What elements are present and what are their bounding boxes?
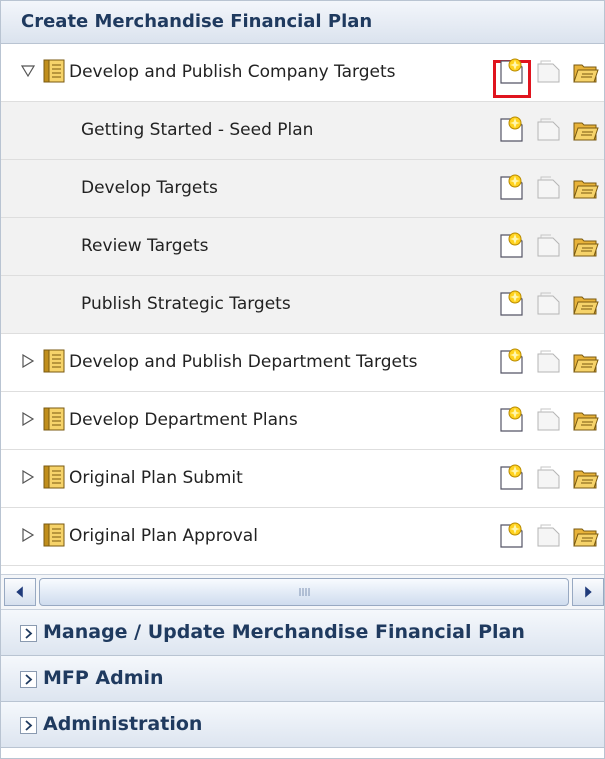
task-label[interactable]: Develop Department Plans: [69, 410, 298, 430]
new-icon[interactable]: [498, 174, 525, 201]
collapsed-triangle-icon[interactable]: [21, 528, 35, 542]
expand-toggle-icon[interactable]: [20, 625, 37, 642]
collapsed-triangle-icon[interactable]: [21, 354, 35, 368]
open-folder-icon[interactable]: [572, 290, 599, 317]
task-book-icon: [43, 407, 65, 431]
task-list: Develop and Publish Company Targets Gett…: [1, 44, 604, 573]
accordion-title[interactable]: MFP Admin: [43, 667, 164, 689]
task-row-original-plan-approval[interactable]: Original Plan Approval: [1, 508, 604, 566]
publish-icon[interactable]: [535, 290, 562, 317]
open-folder-icon[interactable]: [572, 406, 599, 433]
new-icon[interactable]: [498, 116, 525, 143]
task-label[interactable]: Getting Started - Seed Plan: [81, 120, 313, 140]
horizontal-scrollbar[interactable]: [1, 574, 604, 610]
expand-toggle-icon[interactable]: [20, 717, 37, 734]
publish-icon[interactable]: [535, 232, 562, 259]
scrollbar-thumb[interactable]: [39, 578, 569, 606]
open-folder-icon[interactable]: [572, 522, 599, 549]
task-label[interactable]: Original Plan Approval: [69, 526, 258, 546]
new-icon[interactable]: [498, 232, 525, 259]
open-folder-icon[interactable]: [572, 58, 599, 85]
publish-icon[interactable]: [535, 522, 562, 549]
publish-icon[interactable]: [535, 174, 562, 201]
task-row-develop-publish-company-targets[interactable]: Develop and Publish Company Targets: [1, 44, 604, 102]
task-row-getting-started-seed-plan[interactable]: Getting Started - Seed Plan: [1, 102, 604, 160]
task-row-develop-targets[interactable]: Develop Targets: [1, 160, 604, 218]
collapsed-triangle-icon[interactable]: [21, 470, 35, 484]
new-icon[interactable]: [498, 58, 525, 85]
task-book-icon: [43, 59, 65, 83]
scroll-left-arrow-icon[interactable]: [4, 578, 36, 606]
accordion-administration[interactable]: Administration: [1, 702, 604, 748]
task-row-develop-department-plans[interactable]: Develop Department Plans: [1, 392, 604, 450]
task-label[interactable]: Review Targets: [81, 236, 209, 256]
publish-icon[interactable]: [535, 464, 562, 491]
new-icon[interactable]: [498, 290, 525, 317]
open-folder-icon[interactable]: [572, 174, 599, 201]
open-folder-icon[interactable]: [572, 232, 599, 259]
open-folder-icon[interactable]: [572, 116, 599, 143]
task-label[interactable]: Develop and Publish Company Targets: [69, 62, 396, 82]
accordion-title[interactable]: Manage / Update Merchandise Financial Pl…: [43, 621, 525, 643]
open-folder-icon[interactable]: [572, 348, 599, 375]
pane-title: Create Merchandise Financial Plan: [21, 11, 373, 32]
new-icon[interactable]: [498, 406, 525, 433]
open-folder-icon[interactable]: [572, 464, 599, 491]
task-row-original-plan-submit[interactable]: Original Plan Submit: [1, 450, 604, 508]
publish-icon[interactable]: [535, 58, 562, 85]
task-label[interactable]: Develop Targets: [81, 178, 218, 198]
task-book-icon: [43, 523, 65, 547]
pane-header: Create Merchandise Financial Plan: [1, 1, 604, 44]
publish-icon[interactable]: [535, 116, 562, 143]
publish-icon[interactable]: [535, 406, 562, 433]
task-label[interactable]: Develop and Publish Department Targets: [69, 352, 418, 372]
collapsed-triangle-icon[interactable]: [21, 412, 35, 426]
expand-toggle-icon[interactable]: [20, 671, 37, 688]
task-row-review-targets[interactable]: Review Targets: [1, 218, 604, 276]
task-label[interactable]: Publish Strategic Targets: [81, 294, 291, 314]
new-icon[interactable]: [498, 522, 525, 549]
task-pane: Create Merchandise Financial Plan Develo…: [0, 0, 605, 759]
scroll-right-arrow-icon[interactable]: [572, 578, 604, 606]
expanded-triangle-icon[interactable]: [21, 64, 35, 78]
task-row-publish-strategic-targets[interactable]: Publish Strategic Targets: [1, 276, 604, 334]
task-row-develop-publish-department-targets[interactable]: Develop and Publish Department Targets: [1, 334, 604, 392]
grip-icon: [299, 588, 310, 596]
task-book-icon: [43, 349, 65, 373]
new-icon[interactable]: [498, 348, 525, 375]
task-label[interactable]: Original Plan Submit: [69, 468, 243, 488]
publish-icon[interactable]: [535, 348, 562, 375]
accordion-mfp-admin[interactable]: MFP Admin: [1, 656, 604, 702]
accordion-manage-update-mfp[interactable]: Manage / Update Merchandise Financial Pl…: [1, 610, 604, 656]
accordion-title[interactable]: Administration: [43, 713, 202, 735]
new-icon[interactable]: [498, 464, 525, 491]
task-book-icon: [43, 465, 65, 489]
